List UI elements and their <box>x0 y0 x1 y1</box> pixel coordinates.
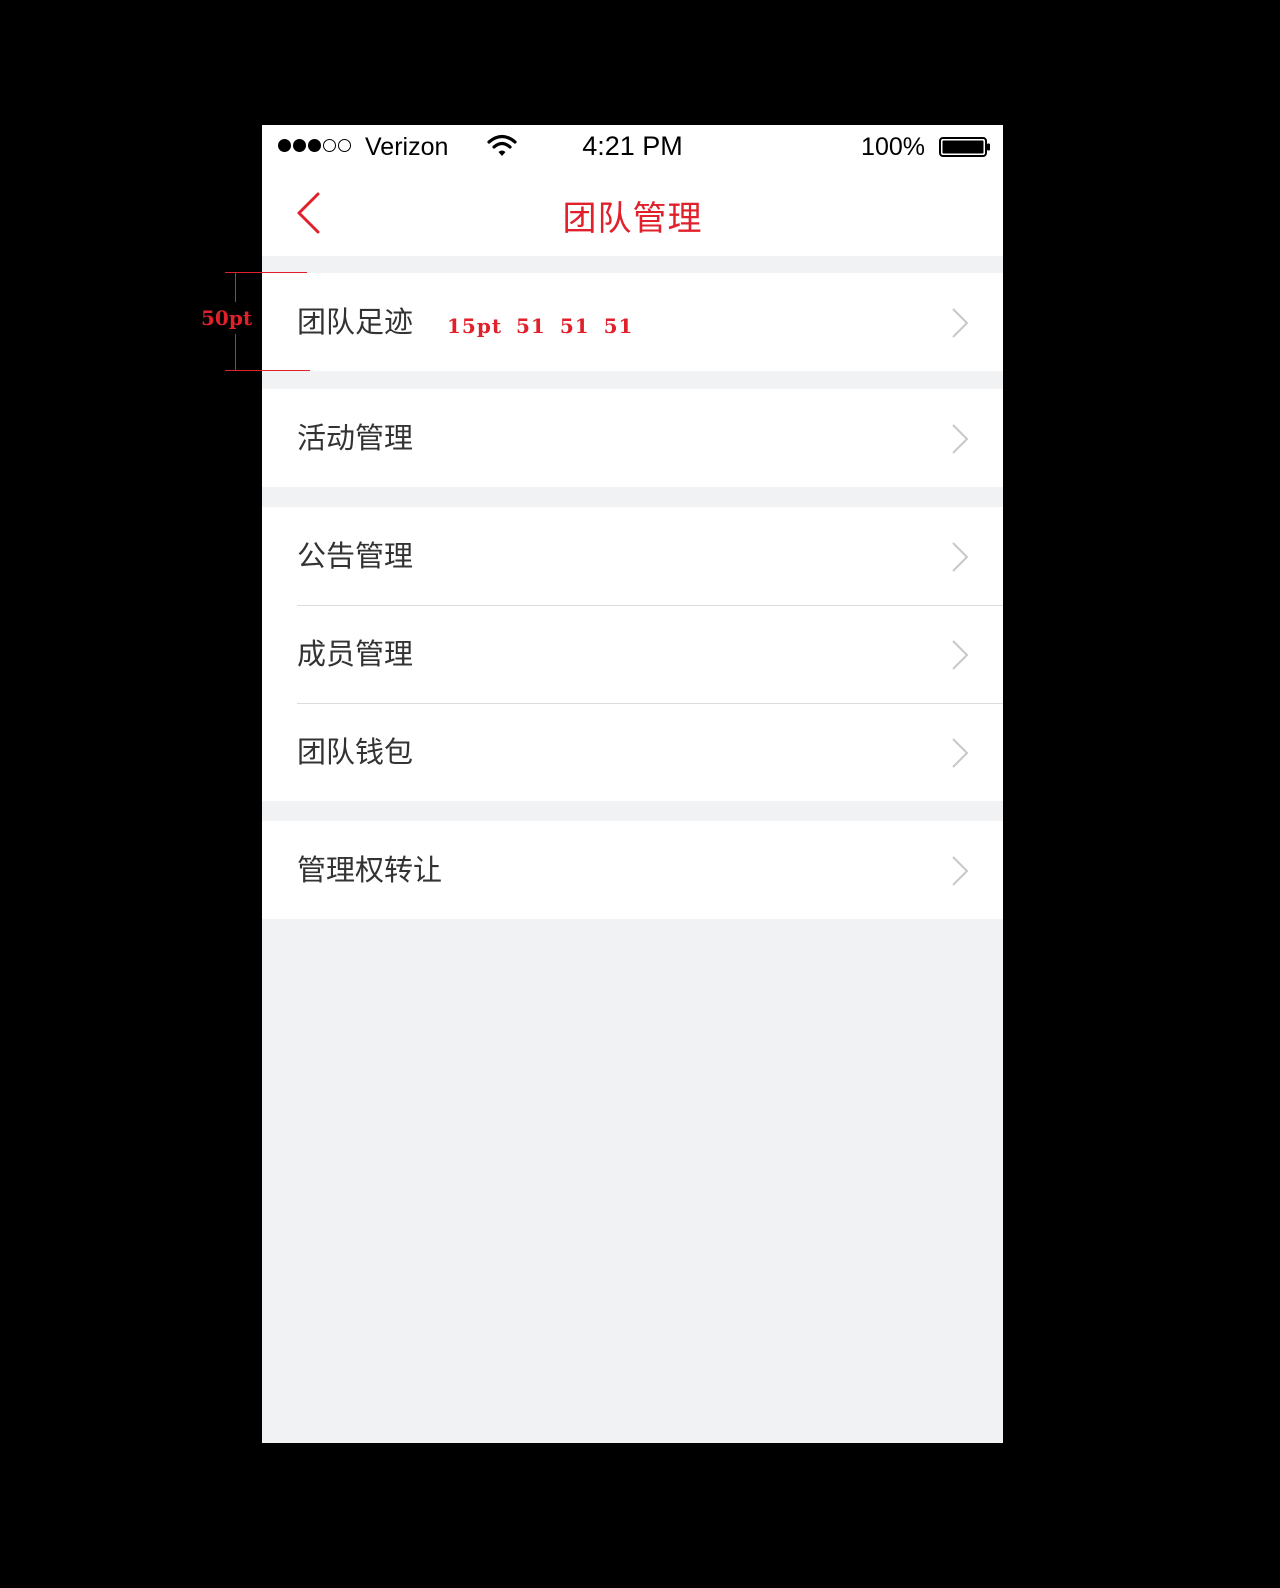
row-height-annotation: 50pt <box>201 306 253 330</box>
menu-group-footprint: 团队足迹 15pt 51 51 51 <box>262 273 1003 371</box>
menu-item-announcement-management[interactable]: 公告管理 <box>262 507 1003 605</box>
chevron-right-icon <box>952 856 969 886</box>
menu-item-label: 团队足迹 <box>297 305 414 339</box>
battery-icon <box>939 137 990 157</box>
menu-item-label: 活动管理 <box>297 421 414 455</box>
battery-percentage: 100% <box>861 133 925 161</box>
font-spec-annotation: 15pt 51 51 51 <box>447 314 634 338</box>
menu-item-label: 团队钱包 <box>297 735 414 769</box>
menu-group-management: 公告管理 成员管理 团队钱包 <box>262 507 1003 801</box>
chevron-right-icon <box>952 738 969 768</box>
menu-item-label: 公告管理 <box>297 539 414 573</box>
chevron-right-icon <box>952 640 969 670</box>
menu-item-label: 成员管理 <box>297 637 414 671</box>
menu-item-team-footprint[interactable]: 团队足迹 15pt 51 51 51 <box>262 273 1003 371</box>
chevron-right-icon <box>952 308 969 338</box>
menu-item-team-wallet[interactable]: 团队钱包 <box>262 703 1003 801</box>
menu-group-transfer: 管理权转让 <box>262 821 1003 919</box>
chevron-right-icon <box>952 424 969 454</box>
menu-item-activity-management[interactable]: 活动管理 <box>262 389 1003 487</box>
page-title: 团队管理 <box>562 199 703 239</box>
menu-group-activity: 活动管理 <box>262 389 1003 487</box>
navigation-bar: 团队管理 <box>262 169 1003 256</box>
menu-item-label: 管理权转让 <box>297 853 443 887</box>
phone-screen: Verizon 4:21 PM 100% 团队管理 团队足迹 15pt 51 5… <box>262 125 1003 1443</box>
status-bar: Verizon 4:21 PM 100% <box>262 125 1003 169</box>
menu-item-member-management[interactable]: 成员管理 <box>262 605 1003 703</box>
chevron-right-icon <box>952 542 969 572</box>
menu-item-transfer-admin[interactable]: 管理权转让 <box>262 821 1003 919</box>
